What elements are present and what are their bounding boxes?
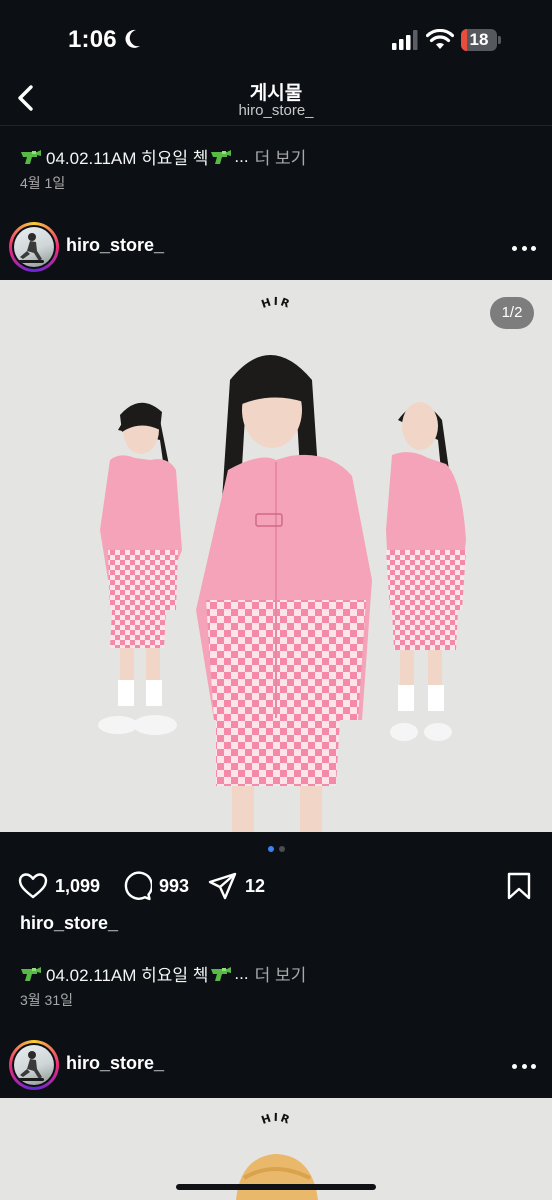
avatar-frame (12, 225, 56, 269)
water-gun-icon (21, 966, 41, 981)
dot (521, 245, 527, 251)
carousel-dot-active[interactable] (267, 846, 274, 852)
battery-body: 18 (461, 29, 497, 51)
avatar-image (14, 1045, 54, 1085)
signal-icon (392, 30, 418, 50)
top-caption: 04.02.11AM 히요일 첵 ... 더 보기 (20, 144, 306, 169)
heart-icon (18, 873, 48, 899)
skater-figure-icon (18, 1051, 44, 1081)
moon-icon (125, 29, 140, 48)
post-date: 3월 31일 (20, 992, 74, 1008)
more-link[interactable]: 더 보기 (255, 961, 307, 986)
top-caption-date: 4월 1일 (20, 175, 66, 191)
like-button[interactable]: 1,099 (18, 870, 100, 902)
model-right (386, 402, 466, 741)
battery-icon: 18 (461, 29, 501, 51)
post-username[interactable]: hiro_store_ (66, 235, 164, 256)
post-author[interactable]: hiro_store_ (20, 913, 118, 934)
dot (531, 245, 536, 251)
water-gun-icon (211, 966, 232, 981)
comment-count: 993 (159, 875, 190, 896)
post-caption-ellipsis: ... (234, 963, 249, 983)
more-link[interactable]: 더 보기 (255, 144, 307, 169)
dot (531, 1063, 536, 1069)
carousel-dots (0, 846, 552, 854)
post-header: hiro_store_ (0, 1040, 552, 1092)
bookmark-icon[interactable] (506, 872, 532, 900)
share-count: 12 (245, 875, 266, 896)
comment-icon (124, 871, 152, 901)
dot (512, 245, 517, 251)
post-username[interactable]: hiro_store_ (66, 1053, 164, 1074)
post-caption-text: 04.02.11AM 히요일 첵 (46, 966, 209, 985)
model-left (98, 402, 182, 735)
wifi-icon (426, 29, 454, 49)
page-title: 게시물 (249, 83, 303, 104)
fashion-photo (98, 355, 466, 832)
water-gun-icon (21, 149, 41, 164)
top-caption-text: 04.02.11AM 히요일 첵 (46, 149, 209, 168)
more-options-icon[interactable] (512, 236, 536, 260)
top-caption-ellipsis: ... (234, 146, 249, 166)
battery-level: 18 (469, 30, 489, 49)
page-subtitle[interactable]: hiro_store_ (0, 102, 552, 119)
dot (521, 1063, 527, 1069)
avatar-image (14, 227, 54, 267)
post-caption: 04.02.11AM 히요일 첵 ... 더 보기 (20, 961, 306, 986)
more-options-icon[interactable] (512, 1054, 536, 1078)
status-time: 1:06 (68, 26, 117, 53)
model-center (196, 355, 372, 832)
like-count: 1,099 (55, 875, 101, 896)
water-gun-icon (211, 149, 232, 164)
nav-header: 게시물 hiro_store_ (0, 76, 552, 126)
avatar-frame (12, 1043, 56, 1087)
action-row: 1,099 993 12 (0, 866, 552, 906)
status-bar: 1:06 18 (0, 0, 552, 76)
dot (512, 1063, 517, 1069)
carousel-dot[interactable] (278, 846, 285, 852)
home-indicator (176, 1184, 376, 1190)
avatar[interactable] (9, 1040, 59, 1090)
post-header: hiro_store_ (0, 222, 552, 274)
battery-tip (498, 36, 501, 44)
post-image[interactable]: HIRO 1/2 (0, 280, 552, 832)
send-icon (208, 872, 237, 900)
share-button[interactable]: 12 (208, 870, 265, 902)
skater-figure-icon (18, 233, 44, 263)
avatar[interactable] (9, 222, 59, 272)
comment-button[interactable]: 993 (122, 870, 189, 902)
